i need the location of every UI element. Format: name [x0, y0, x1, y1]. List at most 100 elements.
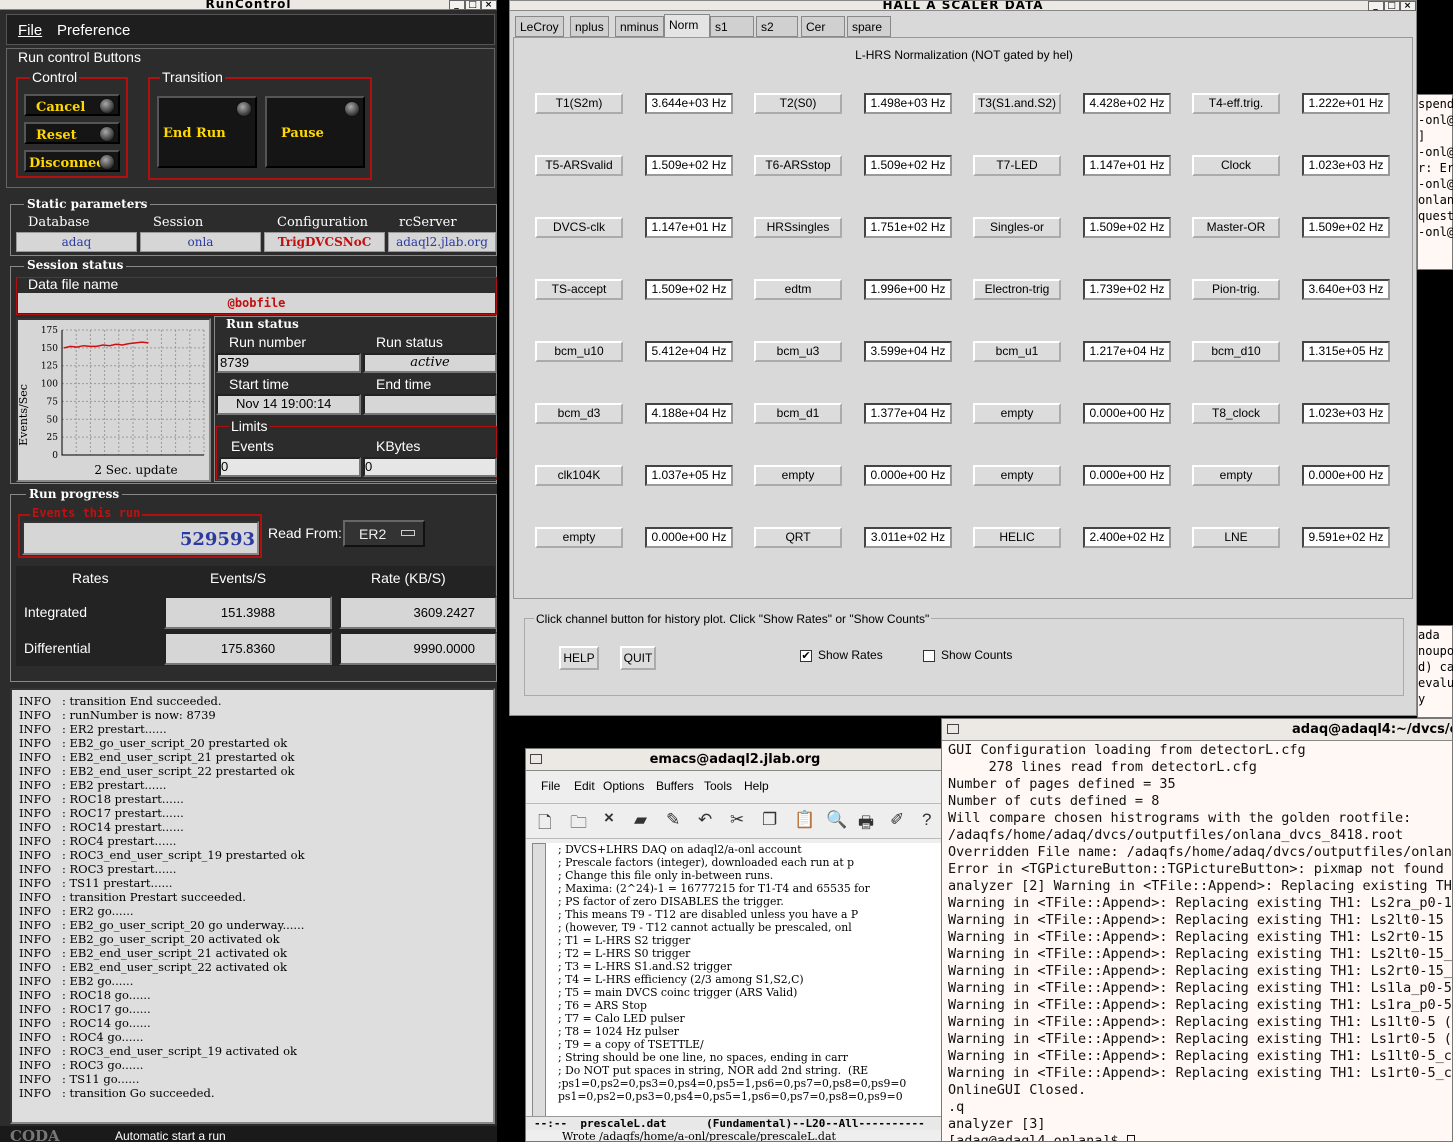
window-menu-icon[interactable] [947, 724, 959, 734]
menu-options[interactable]: Options [603, 779, 644, 793]
read-from-select[interactable]: ER2 [343, 520, 425, 547]
channel-button[interactable]: clk104K [535, 465, 623, 486]
knob-icon [99, 154, 115, 170]
channel-button[interactable]: QRT [754, 527, 842, 548]
maximize-icon[interactable]: □ [1384, 1, 1400, 11]
show-counts-checkbox[interactable] [923, 650, 935, 662]
channel-button[interactable]: HELIC [973, 527, 1061, 548]
channel-button[interactable]: edtm [754, 279, 842, 300]
channel-rate-value: 1.147e+01 Hz [1083, 155, 1171, 176]
tab-nminus[interactable]: nminus [615, 16, 664, 37]
preferences-icon[interactable]: ✐ [890, 810, 904, 830]
log-panel[interactable]: INFO : transition End succeeded. INFO : r… [10, 688, 495, 1124]
pause-button[interactable]: Pause [265, 96, 365, 168]
channel-button[interactable]: HRSsingles [754, 217, 842, 238]
menu-preference[interactable]: Preference [57, 22, 130, 39]
scrollbar[interactable] [532, 843, 546, 1119]
window-menu-icon[interactable] [530, 754, 542, 764]
channel-button[interactable]: LNE [1192, 527, 1280, 548]
channel-button[interactable]: Singles-or [973, 217, 1061, 238]
close-buffer-icon[interactable]: × [604, 808, 614, 828]
channel-rate-value: 4.428e+02 Hz [1083, 93, 1171, 114]
new-file-icon[interactable]: 🗋 [538, 810, 552, 839]
tab-lecroy[interactable]: LeCroy [515, 16, 564, 37]
channel-button[interactable]: bcm_d1 [754, 403, 842, 424]
channel-button[interactable]: T3(S1.and.S2) [973, 93, 1061, 114]
undo-icon[interactable]: ↶ [698, 810, 712, 830]
help-icon[interactable]: ? [922, 810, 931, 830]
channel-button[interactable]: bcm_d3 [535, 403, 623, 424]
menu-file[interactable]: File [541, 779, 560, 793]
save-as-icon[interactable]: ✎ [666, 810, 680, 830]
menu-edit[interactable]: Edit [574, 779, 595, 793]
editor-buffer[interactable]: ; DVCS+LHRS DAQ on adaql2/a-onl account;… [546, 843, 944, 1119]
cancel-button[interactable]: Cancel [24, 94, 120, 116]
channel-button[interactable]: TS-accept [535, 279, 623, 300]
channel-button[interactable]: T7-LED [973, 155, 1061, 176]
help-button[interactable]: HELP [559, 646, 599, 670]
channel-button[interactable]: T4-eff.trig. [1192, 93, 1280, 114]
coda-logo: CODA [10, 1127, 60, 1142]
menu-help[interactable]: Help [744, 779, 769, 793]
tab-cer[interactable]: Cer [801, 16, 845, 37]
channel-button[interactable]: T5-ARSvalid [535, 155, 623, 176]
channel-button[interactable]: Electron-trig [973, 279, 1061, 300]
print-icon[interactable]: 🖶 [858, 810, 874, 839]
runcontrol-titlebar[interactable]: RunControl _ □ × [0, 0, 497, 10]
show-rates-checkbox[interactable]: ✔ [800, 650, 812, 662]
minimize-icon[interactable]: _ [1368, 1, 1384, 11]
tab-nplus[interactable]: nplus [570, 16, 609, 37]
save-icon[interactable]: ▰ [634, 810, 647, 830]
channel-button[interactable]: empty [754, 465, 842, 486]
reset-button[interactable]: Reset [24, 122, 120, 144]
end-run-button[interactable]: End Run [157, 96, 257, 168]
rates-header: Rates [72, 570, 109, 586]
database-value: adaq [16, 232, 137, 252]
menu-tools[interactable]: Tools [704, 779, 732, 793]
fragment-line: -onl@ [1418, 177, 1453, 191]
channel-button[interactable]: bcm_d10 [1192, 341, 1280, 362]
channel-button[interactable]: empty [973, 465, 1061, 486]
kbytes-limit-input[interactable]: 0 [363, 457, 497, 477]
disconnect-button[interactable]: Disconnect [24, 150, 120, 172]
channel-button[interactable]: T8_clock [1192, 403, 1280, 424]
tab-spare[interactable]: spare [847, 16, 891, 37]
channel-button[interactable]: Pion-trig. [1192, 279, 1280, 300]
events-this-run-label: Events this run [30, 506, 143, 520]
channel-button[interactable]: T6-ARSstop [754, 155, 842, 176]
copy-icon[interactable]: ❐ [762, 810, 777, 830]
emacs-titlebar[interactable]: emacs@adaql2.jlab.org [526, 749, 944, 771]
quit-button[interactable]: QUIT [620, 646, 656, 670]
channel-button[interactable]: empty [973, 403, 1061, 424]
channel-button[interactable]: empty [1192, 465, 1280, 486]
cut-icon[interactable]: ✂ [730, 810, 744, 830]
channel-button[interactable]: bcm_u10 [535, 341, 623, 362]
search-icon[interactable]: 🔍 [826, 810, 847, 830]
channel-button[interactable]: Clock [1192, 155, 1280, 176]
tab-s2[interactable]: s2 [756, 16, 798, 37]
terminal-titlebar[interactable]: adaq@adaql4:~/dvcs/o [942, 719, 1452, 741]
close-icon[interactable]: × [481, 0, 497, 10]
channel-button[interactable]: DVCS-clk [535, 217, 623, 238]
channel-button[interactable]: Master-OR [1192, 217, 1280, 238]
channel-button[interactable]: empty [535, 527, 623, 548]
minimize-icon[interactable]: _ [449, 0, 465, 10]
close-icon[interactable]: × [1400, 1, 1416, 11]
channel-rate-value: 1.996e+00 Hz [864, 279, 952, 300]
scaler-titlebar[interactable]: HALL A SCALER DATA _ □ × [510, 1, 1416, 11]
events-limit-input[interactable]: 0 [219, 457, 361, 477]
tab-norm[interactable]: Norm [664, 14, 710, 38]
maximize-icon[interactable]: □ [465, 0, 481, 10]
control-label: Control [30, 69, 80, 85]
menu-file[interactable]: File [18, 22, 42, 39]
tab-s1[interactable]: s1 [710, 16, 754, 37]
menu-buffers[interactable]: Buffers [656, 779, 694, 793]
channel-button[interactable]: T1(S2m) [535, 93, 623, 114]
channel-button[interactable]: bcm_u1 [973, 341, 1061, 362]
channel-button[interactable]: T2(S0) [754, 93, 842, 114]
terminal-line: OnlineGUI Closed. [948, 1082, 1087, 1098]
open-folder-icon[interactable]: 🗀 [570, 810, 587, 839]
channel-button[interactable]: bcm_u3 [754, 341, 842, 362]
log-line: INFO : EB2_go_user_script_20 activated o… [19, 932, 280, 946]
paste-icon[interactable]: 📋 [794, 810, 815, 830]
